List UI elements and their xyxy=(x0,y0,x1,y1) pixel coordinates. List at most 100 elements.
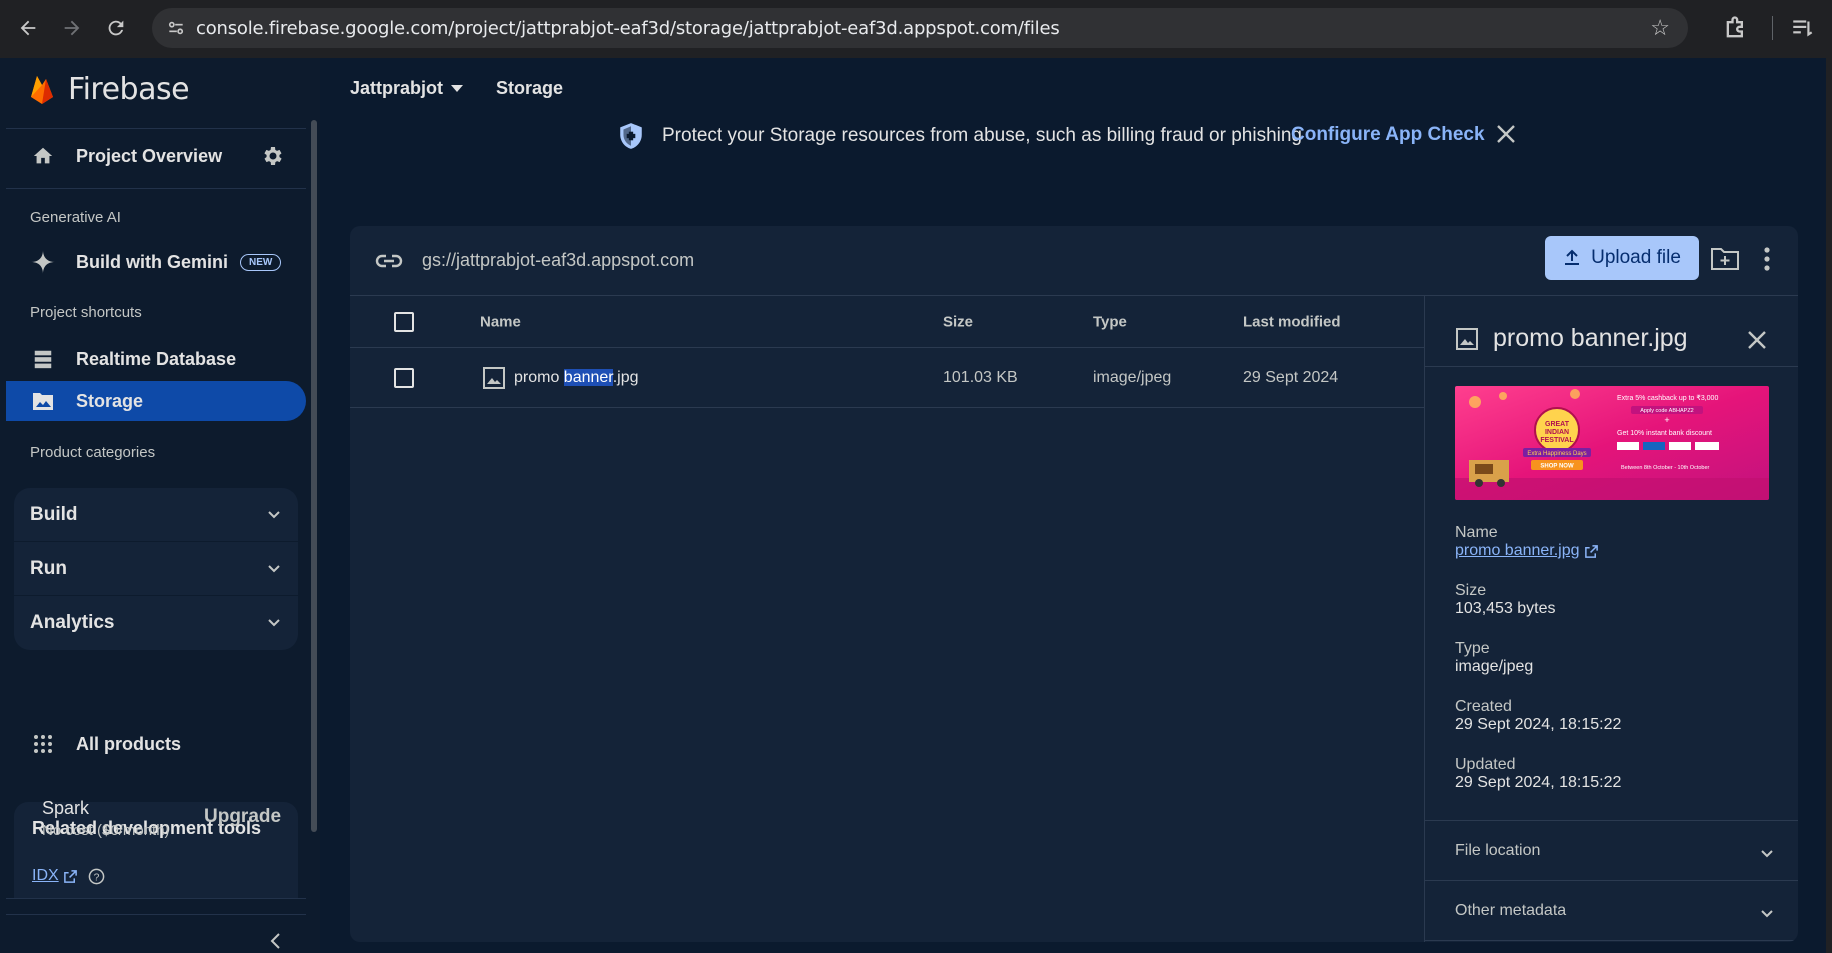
files-table: Name Size Type Last modified promo banne… xyxy=(350,296,1424,408)
divider xyxy=(1425,366,1798,367)
idx-link[interactable]: IDX ? xyxy=(32,867,105,885)
file-name[interactable]: promo banner.jpg xyxy=(514,368,639,387)
plan-cost: No cost ($0/month) xyxy=(42,822,170,839)
sidebar-item-label: Build with Gemini xyxy=(76,251,228,272)
column-header-size[interactable]: Size xyxy=(943,313,973,330)
sidebar-item-label: Project Overview xyxy=(76,145,223,166)
meta-size-label: Size xyxy=(1455,582,1487,599)
festival-tag: Extra Happiness Days xyxy=(1527,451,1586,457)
firebase-logo[interactable]: Firebase xyxy=(28,72,190,107)
site-info-icon[interactable] xyxy=(166,18,186,38)
idx-link-text[interactable]: IDX xyxy=(32,867,59,885)
configure-app-check-link[interactable]: Configure App Check xyxy=(1291,124,1485,146)
category-analytics[interactable]: Analytics xyxy=(14,596,298,650)
meta-name-value[interactable]: promo banner.jpg xyxy=(1455,542,1580,560)
back-icon[interactable] xyxy=(6,6,50,50)
file-name-cell[interactable]: promo banner.jpg xyxy=(482,366,639,390)
sidebar-item-realtime-database[interactable]: Realtime Database xyxy=(6,339,306,379)
section-label-generative-ai: Generative AI xyxy=(30,209,121,226)
file-location-accordion[interactable]: File location xyxy=(1455,842,1540,860)
shop-now-cta: SHOP NOW xyxy=(1540,464,1574,470)
divider xyxy=(6,898,306,899)
address-bar[interactable]: console.firebase.google.com/project/jatt… xyxy=(152,8,1688,48)
table-row[interactable]: promo banner.jpg 101.03 KB image/jpeg 29… xyxy=(350,348,1424,408)
chevron-down-icon[interactable] xyxy=(1759,906,1775,922)
upload-file-button[interactable]: Upload file xyxy=(1545,236,1699,280)
other-metadata-accordion[interactable]: Other metadata xyxy=(1455,902,1566,920)
gemini-sparkle-icon xyxy=(28,247,58,277)
link-icon[interactable] xyxy=(374,248,404,274)
firebase-flame-icon xyxy=(31,75,53,104)
firebase-logo-text: Firebase xyxy=(68,72,190,107)
section-label-product-categories: Product categories xyxy=(30,444,156,461)
meta-name-label: Name xyxy=(1455,524,1498,541)
bookmark-star-icon[interactable]: ☆ xyxy=(1650,15,1670,41)
toolbar-divider xyxy=(1772,16,1773,40)
image-file-icon xyxy=(483,366,505,389)
row-checkbox[interactable] xyxy=(394,367,414,388)
upload-label: Upload file xyxy=(1591,247,1681,268)
category-run[interactable]: Run xyxy=(14,542,298,596)
sidebar-item-label: Realtime Database xyxy=(76,348,237,369)
reading-list-icon[interactable] xyxy=(1790,15,1816,41)
offer-bank: Get 10% instant bank discount xyxy=(1617,430,1712,437)
sidebar-item-storage[interactable]: Storage xyxy=(6,381,306,421)
table-header-row: Name Size Type Last modified xyxy=(350,296,1424,348)
category-build[interactable]: Build xyxy=(14,488,298,542)
external-link-icon xyxy=(1584,544,1598,558)
divider xyxy=(6,188,306,189)
reload-icon[interactable] xyxy=(94,6,138,50)
file-type: image/jpeg xyxy=(1093,368,1172,386)
browser-toolbar: console.firebase.google.com/project/jatt… xyxy=(0,0,1832,58)
close-icon[interactable] xyxy=(1745,328,1769,352)
project-selector[interactable]: Jattprabjot xyxy=(350,78,464,99)
chevron-down-icon xyxy=(268,510,280,518)
forward-icon[interactable] xyxy=(50,6,94,50)
shield-icon xyxy=(620,123,642,149)
home-icon xyxy=(28,141,58,171)
create-folder-icon[interactable] xyxy=(1710,246,1740,272)
chevron-down-icon[interactable] xyxy=(1759,846,1775,862)
file-name-part: .jpg xyxy=(612,368,639,386)
close-icon[interactable] xyxy=(1494,122,1518,146)
festival-title: FESTIVAL xyxy=(1540,437,1574,444)
database-icon xyxy=(28,344,58,374)
offer-cashback: Extra 5% cashback up to ₹3,000 xyxy=(1617,394,1718,402)
caret-down-icon xyxy=(451,84,464,92)
file-details-panel: promo banner.jpg GREAT INDIAN FESTIVAL E… xyxy=(1424,296,1798,942)
project-name[interactable]: Jattprabjot xyxy=(350,78,443,99)
new-badge: NEW xyxy=(240,253,282,271)
settings-gear-icon[interactable] xyxy=(260,144,284,168)
sidebar-item-build-with-gemini[interactable]: Build with Gemini NEW xyxy=(6,242,306,282)
svg-text:?: ? xyxy=(93,872,99,883)
sidebar-item-all-products[interactable]: All products xyxy=(6,724,306,764)
help-icon[interactable]: ? xyxy=(88,868,105,885)
file-size: 101.03 KB xyxy=(943,368,1018,386)
offer-code: Apply code ABHAPZ2 xyxy=(1640,408,1694,414)
product-categories-card: Build Run Analytics xyxy=(14,488,298,650)
column-header-name[interactable]: Name xyxy=(480,313,521,330)
meta-type-value: image/jpeg xyxy=(1455,658,1534,675)
category-label: Analytics xyxy=(30,612,115,633)
collapse-sidebar-icon[interactable] xyxy=(268,932,284,950)
column-header-type[interactable]: Type xyxy=(1093,313,1127,330)
meta-created-label: Created xyxy=(1455,698,1512,715)
extensions-icon[interactable] xyxy=(1722,14,1750,42)
page-scrollbar[interactable] xyxy=(1826,58,1832,953)
category-label: Build xyxy=(30,503,78,525)
column-header-last-modified[interactable]: Last modified xyxy=(1243,313,1341,330)
sidebar-scrollbar[interactable] xyxy=(311,120,317,832)
bucket-path: gs://jattprabjot-eaf3d.appspot.com xyxy=(422,250,695,270)
upgrade-button[interactable]: Upgrade xyxy=(204,806,281,828)
select-all-checkbox[interactable] xyxy=(394,311,414,332)
meta-updated-value: 29 Sept 2024, 18:15:22 xyxy=(1455,774,1622,791)
image-preview[interactable]: GREAT INDIAN FESTIVAL Extra Happiness Da… xyxy=(1455,386,1769,500)
url-text[interactable]: console.firebase.google.com/project/jatt… xyxy=(196,18,1060,39)
divider xyxy=(6,914,306,915)
meta-name-link[interactable]: promo banner.jpg xyxy=(1455,542,1599,560)
festival-title: GREAT xyxy=(1545,421,1570,428)
file-name-highlight: banner xyxy=(563,368,613,386)
more-vert-icon[interactable] xyxy=(1760,244,1774,274)
apps-grid-icon xyxy=(28,729,58,759)
banner-text: Protect your Storage resources from abus… xyxy=(662,125,1302,146)
